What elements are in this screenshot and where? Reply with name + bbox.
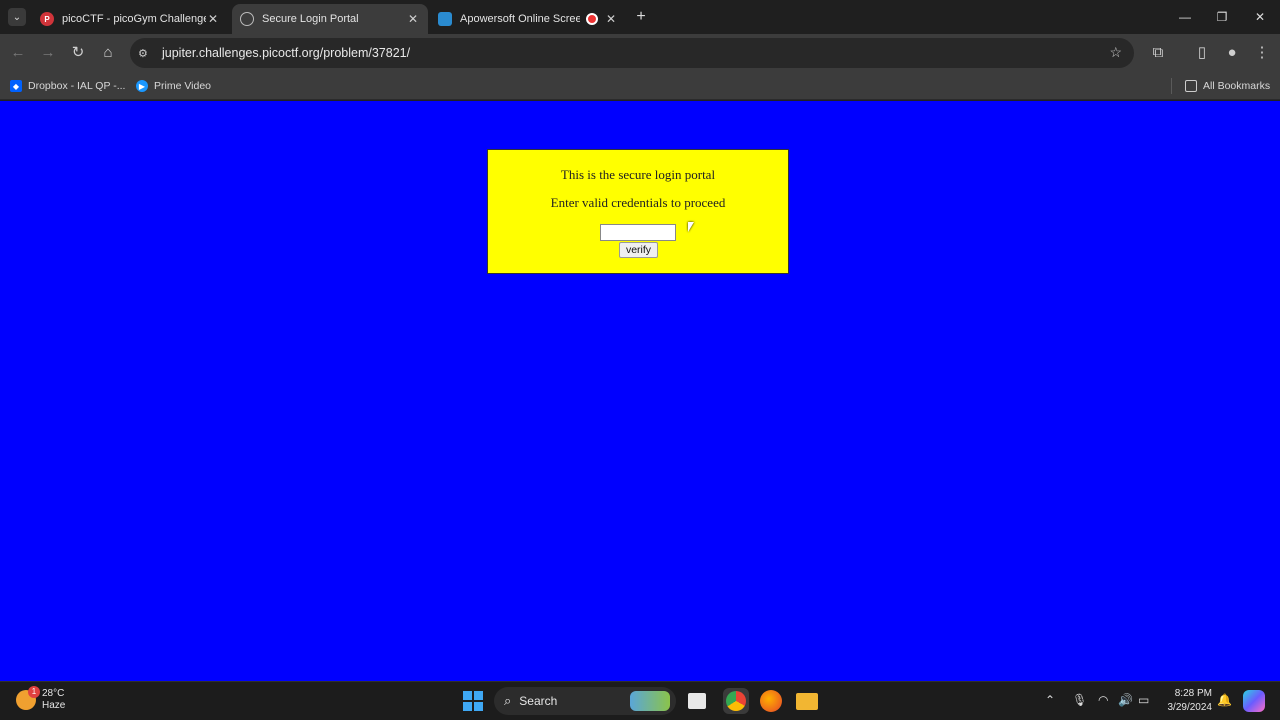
bookmark-label: Dropbox - IAL QP -... <box>28 80 126 92</box>
firefox-icon[interactable] <box>760 690 782 712</box>
tab-title: Secure Login Portal <box>262 13 359 25</box>
bookmarks-bar: ◆ Dropbox - IAL QP -... ▶ Prime Video Al… <box>0 72 1280 100</box>
back-button[interactable]: ← <box>8 43 28 63</box>
taskbar-search[interactable]: ⌕ Search <box>494 687 676 715</box>
mouse-cursor <box>688 222 694 232</box>
show-hidden-icons-chevron-up-icon[interactable]: ⌃ <box>1045 693 1055 707</box>
taskbar: 1 28°C Haze ⌕ Search ⌃ 🎙 ◠ 🔊 ▭ 8:28 PM 3… <box>0 681 1280 720</box>
tab-title: Apowersoft Online Screen R <box>460 13 580 25</box>
new-tab-button[interactable]: + <box>632 8 650 26</box>
bookmark-dropbox[interactable]: ◆ Dropbox - IAL QP -... <box>10 77 125 95</box>
bookmarks-divider <box>1171 78 1172 94</box>
tab-title: picoCTF - picoGym Challenges <box>62 13 206 25</box>
clock-date: 3/29/2024 <box>1167 702 1213 713</box>
extensions-icon[interactable]: ⧉ <box>1148 43 1168 63</box>
tab-search-dropdown[interactable]: ⌄ <box>8 8 26 26</box>
close-icon[interactable]: ✕ <box>406 12 420 26</box>
picoctf-icon: P <box>40 12 54 26</box>
browser-toolbar: ← → ↻ ⌂ ⚙ jupiter.challenges.picoctf.org… <box>0 34 1280 72</box>
weather-haze-icon: 1 <box>16 686 40 710</box>
apowersoft-icon <box>438 12 452 26</box>
battery-icon[interactable]: ▭ <box>1138 693 1149 707</box>
forward-button[interactable]: → <box>38 43 58 63</box>
task-view-icon[interactable] <box>688 693 706 709</box>
bookmark-prime-video[interactable]: ▶ Prime Video <box>136 77 211 95</box>
recording-icon <box>586 13 598 25</box>
all-bookmarks-label: All Bookmarks <box>1203 80 1271 92</box>
weather-condition: Haze <box>42 700 66 711</box>
tab-apowersoft[interactable]: Apowersoft Online Screen R ✕ <box>430 4 626 34</box>
clock-time: 8:28 PM <box>1174 688 1212 699</box>
profile-avatar[interactable]: ● <box>1222 43 1242 63</box>
weather-badge: 1 <box>28 686 40 698</box>
search-label: Search <box>519 694 558 708</box>
side-panel-icon[interactable]: ▯ <box>1192 43 1212 63</box>
bookmark-label: Prime Video <box>154 80 212 92</box>
tab-picoctf[interactable]: P picoCTF - picoGym Challenges ✕ <box>32 4 228 34</box>
verify-button[interactable]: verify <box>619 242 658 258</box>
close-icon[interactable]: ✕ <box>604 12 618 26</box>
login-panel: This is the secure login portal Enter va… <box>487 149 789 274</box>
site-info-icon[interactable]: ⚙ <box>138 47 152 60</box>
search-icon: ⌕ <box>504 693 512 708</box>
portal-instruction: Enter valid credentials to proceed <box>550 195 726 210</box>
volume-icon[interactable]: 🔊 <box>1118 693 1133 707</box>
address-bar[interactable]: ⚙ jupiter.challenges.picoctf.org/problem… <box>130 38 1134 68</box>
search-highlight-image <box>630 691 670 711</box>
microphone-icon[interactable]: 🎙 <box>1072 693 1087 707</box>
clock[interactable]: 8:28 PM 3/29/2024 <box>1160 687 1213 715</box>
minimize-button[interactable]: — <box>1170 6 1200 28</box>
restore-button[interactable]: ❐ <box>1207 6 1237 28</box>
page-content: This is the secure login portal Enter va… <box>0 101 1280 681</box>
tab-secure-login-portal[interactable]: Secure Login Portal ✕ <box>232 4 428 34</box>
chrome-taskbar-button[interactable] <box>723 688 749 714</box>
notification-bell-icon[interactable]: 🔔 <box>1217 693 1232 707</box>
copilot-icon[interactable] <box>1243 690 1265 712</box>
url-text: jupiter.challenges.picoctf.org/problem/3… <box>162 46 411 60</box>
weather-widget[interactable]: 1 28°C Haze <box>16 686 66 712</box>
folder-icon <box>1185 80 1197 92</box>
file-explorer-icon[interactable] <box>796 693 818 710</box>
windows-start-icon[interactable] <box>463 691 483 711</box>
wifi-icon[interactable]: ◠ <box>1098 693 1108 707</box>
close-icon[interactable]: ✕ <box>206 12 220 26</box>
all-bookmarks-button[interactable]: All Bookmarks <box>1185 77 1270 95</box>
menu-kebab-icon[interactable]: ⋮ <box>1252 43 1272 63</box>
prime-video-icon: ▶ <box>136 80 148 92</box>
weather-temp: 28°C <box>42 688 65 699</box>
credentials-input[interactable] <box>600 224 676 241</box>
globe-icon <box>240 12 254 26</box>
portal-heading: This is the secure login portal <box>560 167 716 182</box>
chrome-icon <box>726 691 746 711</box>
close-window-button[interactable]: ✕ <box>1245 6 1275 28</box>
reload-button[interactable]: ↻ <box>68 43 88 63</box>
tab-strip: ⌄ P picoCTF - picoGym Challenges ✕ Secur… <box>0 0 1280 34</box>
home-button[interactable]: ⌂ <box>98 43 118 63</box>
dropbox-icon: ◆ <box>10 80 22 92</box>
bookmark-star-icon[interactable]: ☆ <box>1109 44 1122 61</box>
